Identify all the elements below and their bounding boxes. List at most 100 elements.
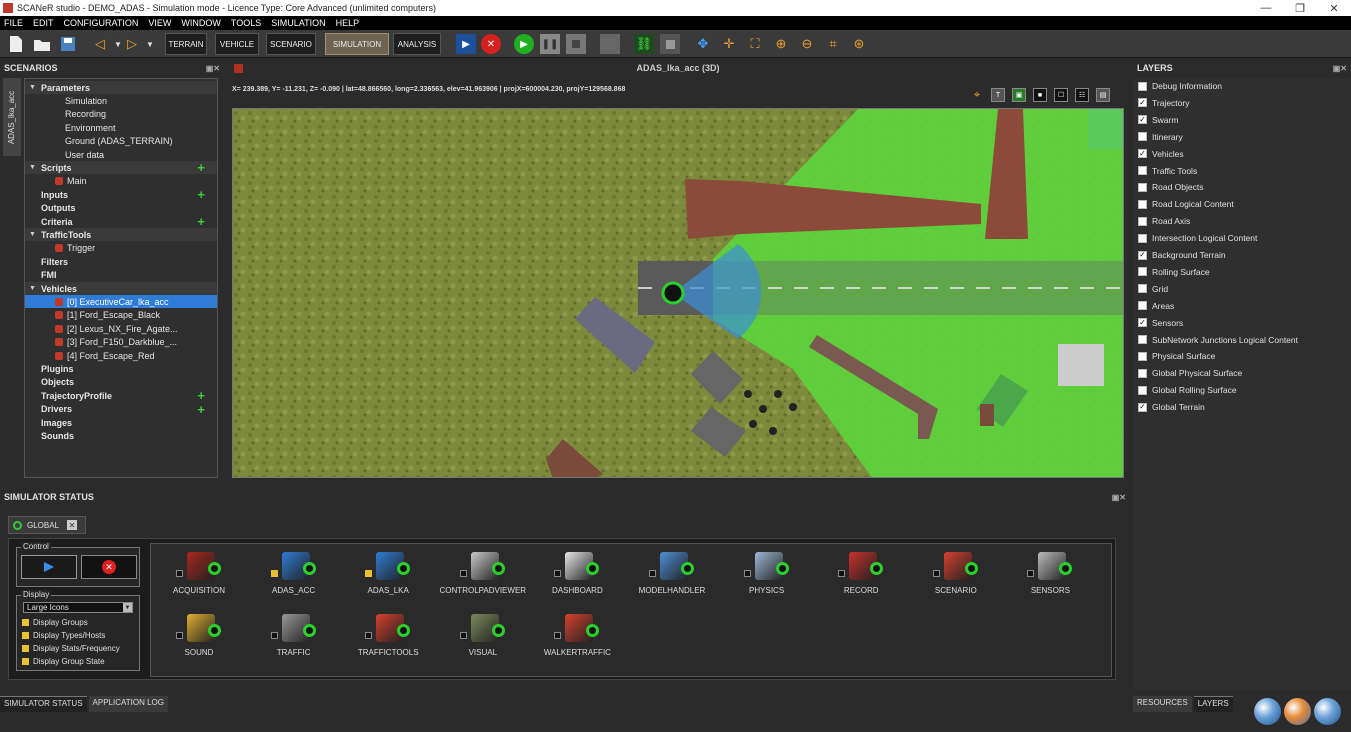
box-toggle-icon[interactable]: ☐ — [1054, 88, 1068, 102]
checkbox-icon[interactable] — [1027, 570, 1035, 577]
layer-item[interactable]: ✓ Background Terrain — [1138, 248, 1226, 262]
checkbox-checked-icon[interactable] — [365, 570, 373, 577]
layer-item[interactable]: ✓ Vehicles — [1138, 147, 1184, 161]
module-item[interactable]: PHYSICS — [720, 548, 814, 604]
checkbox-icon[interactable] — [554, 570, 562, 577]
menu-configuration[interactable]: CONFIGURATION — [64, 18, 139, 28]
layer-item[interactable]: Intersection Logical Content — [1138, 231, 1257, 245]
tree-item[interactable]: Filters — [25, 255, 217, 268]
add-icon[interactable]: + — [197, 187, 205, 202]
panel-controls-icon[interactable]: ▣✕ — [1112, 493, 1126, 502]
tree-item[interactable]: Inputs + — [25, 187, 217, 202]
checkbox-icon[interactable] — [1138, 216, 1147, 226]
checkbox-icon[interactable] — [1138, 199, 1147, 209]
stop-square-icon[interactable] — [660, 34, 680, 54]
layer-item[interactable]: Debug Information — [1138, 79, 1222, 93]
run-icon[interactable]: ▶ — [456, 34, 476, 54]
tree-item[interactable]: FMI — [25, 269, 217, 282]
expand-arrow-icon[interactable]: ▼ — [29, 164, 36, 171]
tree-item[interactable]: ▼ TrafficTools — [25, 228, 217, 242]
mode-terrain-button[interactable]: TERRAIN — [165, 33, 207, 55]
module-item[interactable]: TRAFFICTOOLS — [341, 610, 435, 666]
tree-item[interactable]: Objects — [25, 376, 217, 389]
open-folder-icon[interactable] — [32, 34, 52, 54]
menu-edit[interactable]: EDIT — [33, 18, 54, 28]
option-display-group-state[interactable]: Display Group State — [22, 657, 105, 666]
layer-item[interactable]: Areas — [1138, 299, 1174, 313]
checkbox-icon[interactable] — [1138, 301, 1147, 311]
zoom-in-icon[interactable]: ⊕ — [771, 34, 791, 54]
tree-item[interactable]: ▼ Vehicles — [25, 282, 217, 295]
checkbox-icon[interactable] — [932, 570, 940, 577]
undo-icon[interactable]: ◁ — [90, 34, 110, 54]
tree-item[interactable]: Environment — [25, 121, 217, 134]
module-item[interactable]: DASHBOARD — [530, 548, 624, 604]
checkbox-icon[interactable] — [1138, 81, 1147, 91]
tree-item[interactable]: [2] Lexus_NX_Fire_Agate... — [25, 322, 217, 335]
stop-simulation-button[interactable]: ✕ — [81, 555, 137, 579]
checkbox-icon[interactable] — [1138, 284, 1147, 294]
menu-file[interactable]: FILE — [4, 18, 23, 28]
module-item[interactable]: VISUAL — [436, 610, 530, 666]
tree-item[interactable]: Criteria + — [25, 214, 217, 229]
tree-item[interactable]: Main — [25, 175, 217, 188]
layer-item[interactable]: Itinerary — [1138, 130, 1183, 144]
tree-item[interactable]: Drivers + — [25, 402, 217, 417]
zoom-fit-icon[interactable]: ⛶ — [745, 34, 765, 54]
minimize-icon[interactable]: — — [1249, 2, 1283, 15]
pan-icon[interactable]: ✛ — [719, 34, 739, 54]
checkbox-icon[interactable] — [1138, 132, 1147, 142]
module-item[interactable]: ACQUISITION — [152, 548, 246, 604]
link-icon[interactable]: ⛓ — [634, 34, 654, 54]
panel-controls-icon[interactable]: ▣✕ — [1333, 64, 1347, 73]
tree-item[interactable]: [3] Ford_F150_Darkblue_... — [25, 336, 217, 349]
save-icon[interactable] — [58, 34, 78, 54]
display-mode-select[interactable]: Large Icons ▼ — [23, 602, 133, 613]
tree-item[interactable]: Simulation — [25, 94, 217, 107]
module-item[interactable]: ADAS_ACC — [247, 548, 341, 604]
checkbox-checked-icon[interactable] — [270, 570, 278, 577]
grid-toggle-icon[interactable]: ☷ — [1075, 88, 1089, 102]
layer-item[interactable]: Global Physical Surface — [1138, 366, 1242, 380]
target-icon[interactable]: ⊛ — [849, 34, 869, 54]
tab-simulator-status[interactable]: SIMULATOR STATUS — [0, 696, 87, 712]
checkbox-icon[interactable] — [176, 632, 183, 639]
tree-item[interactable]: [1] Ford_Escape_Black — [25, 309, 217, 322]
checkbox-icon[interactable] — [554, 632, 562, 639]
tree-item[interactable]: Recording — [25, 108, 217, 121]
menu-view[interactable]: VIEW — [148, 18, 171, 28]
layer-item[interactable]: SubNetwork Junctions Logical Content — [1138, 333, 1298, 347]
menu-window[interactable]: WINDOW — [181, 18, 221, 28]
layer-toggle-icon[interactable]: ▤ — [1096, 88, 1110, 102]
expand-arrow-icon[interactable]: ▼ — [29, 84, 36, 91]
tree-item[interactable]: Trigger — [25, 242, 217, 255]
mode-vehicle-button[interactable]: VEHICLE — [215, 33, 259, 55]
option-display-stats[interactable]: Display Stats/Frequency — [22, 644, 120, 653]
tree-item[interactable]: TrajectoryProfile + — [25, 388, 217, 403]
global-tab[interactable]: GLOBAL ✕ — [8, 516, 86, 534]
layer-item[interactable]: Road Logical Content — [1138, 197, 1234, 211]
tab-resources[interactable]: RESOURCES — [1133, 696, 1192, 712]
module-item[interactable]: SENSORS — [1003, 548, 1097, 604]
checkbox-icon[interactable] — [365, 632, 373, 639]
move-icon[interactable]: ✥ — [693, 34, 713, 54]
mode-scenario-button[interactable]: SCENARIO — [266, 33, 316, 55]
zoom-extent-icon[interactable]: ⌗ — [823, 34, 843, 54]
globe-app-icon[interactable] — [1254, 698, 1281, 725]
checkbox-icon[interactable] — [270, 632, 278, 639]
layer-item[interactable]: ✓ Sensors — [1138, 316, 1183, 330]
tab-layers[interactable]: LAYERS — [1193, 696, 1233, 712]
expand-arrow-icon[interactable]: ▼ — [29, 285, 36, 292]
globe-app-icon[interactable] — [1314, 698, 1341, 725]
menu-tools[interactable]: TOOLS — [231, 18, 261, 28]
frame-icon[interactable]: ⌖ — [970, 88, 984, 102]
checkbox-icon[interactable] — [1138, 335, 1147, 344]
layer-item[interactable]: Global Rolling Surface — [1138, 383, 1237, 397]
add-icon[interactable]: + — [197, 214, 205, 229]
module-item[interactable]: ADAS_LKA — [341, 548, 435, 604]
fill-toggle-icon[interactable]: ■ — [1033, 88, 1047, 102]
new-file-icon[interactable] — [6, 34, 26, 54]
module-item[interactable]: TRAFFIC — [247, 610, 341, 666]
checkbox-icon[interactable] — [1138, 166, 1147, 175]
module-item[interactable]: SOUND — [152, 610, 246, 666]
